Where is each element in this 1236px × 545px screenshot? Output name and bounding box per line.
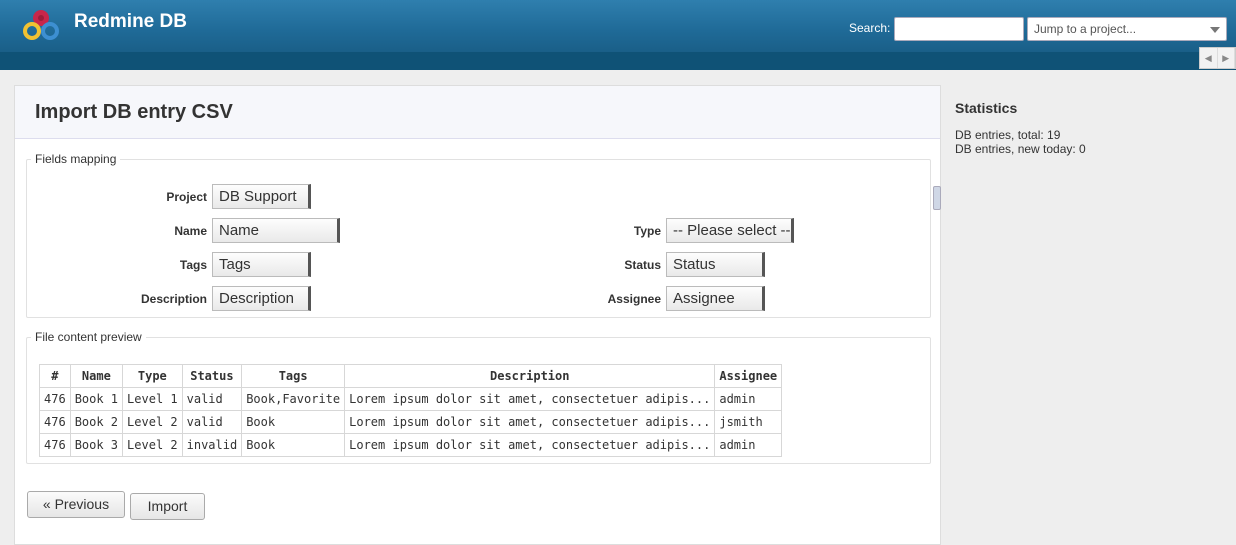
- table-row: 476 Book 3 Level 2 invalid Book Lorem ip…: [39, 433, 783, 457]
- chevron-down-icon: [1210, 27, 1220, 33]
- table-cell: Book: [241, 433, 346, 457]
- page-title: Import DB entry CSV: [35, 101, 233, 123]
- status-label: Status: [624, 258, 661, 272]
- app-title[interactable]: Redmine DB: [74, 11, 187, 33]
- name-label: Name: [174, 224, 207, 238]
- column-header: Type: [122, 364, 183, 388]
- table-cell: Level 2: [122, 410, 183, 434]
- column-header: Assignee: [714, 364, 783, 388]
- search-input[interactable]: [894, 17, 1024, 41]
- table-row: 476 Book 1 Level 1 valid Book,Favorite L…: [39, 387, 783, 411]
- main-menu-bar: [0, 52, 1236, 70]
- table-cell: Book 1: [69, 387, 124, 411]
- redmine-logo-icon[interactable]: [20, 6, 62, 42]
- sidebar-title: Statistics: [955, 100, 1018, 116]
- table-cell: admin: [714, 433, 783, 457]
- preview-table: # Name Type Status Tags Description Assi…: [39, 364, 783, 457]
- table-cell: valid: [181, 387, 243, 411]
- column-header: Status: [181, 364, 243, 388]
- table-cell: 476: [39, 387, 71, 411]
- previous-button[interactable]: « Previous: [27, 491, 125, 518]
- scroll-left-icon[interactable]: ◀: [1200, 48, 1218, 68]
- stat-total: DB entries, total: 19: [955, 128, 1061, 142]
- tab-scroll-buttons: ◀ ▶: [1199, 47, 1236, 69]
- column-header: #: [39, 364, 71, 388]
- table-cell: invalid: [181, 433, 243, 457]
- table-cell: valid: [181, 410, 243, 434]
- tags-select[interactable]: Tags: [212, 252, 311, 277]
- file-preview-fieldset: File content preview # Name Type Status …: [26, 330, 931, 464]
- column-header: Name: [69, 364, 124, 388]
- top-header: Redmine DB Search: Jump to a project...: [0, 0, 1236, 52]
- table-cell: Book 2: [69, 410, 124, 434]
- assignee-label: Assignee: [607, 292, 661, 306]
- table-cell: Level 2: [122, 433, 183, 457]
- name-select[interactable]: Name: [212, 218, 340, 243]
- type-label: Type: [633, 224, 661, 238]
- project-jump-label: Jump to a project...: [1034, 22, 1137, 36]
- column-header: Description: [344, 364, 716, 388]
- table-cell: Lorem ipsum dolor sit amet, consectetuer…: [344, 433, 716, 457]
- search-label: Search:: [849, 21, 891, 35]
- table-cell: jsmith: [714, 410, 783, 434]
- table-cell: 476: [39, 410, 71, 434]
- scroll-right-icon[interactable]: ▶: [1218, 48, 1235, 68]
- description-select[interactable]: Description: [212, 286, 311, 311]
- table-row: 476 Book 2 Level 2 valid Book Lorem ipsu…: [39, 410, 783, 434]
- sidebar: Statistics DB entries, total: 19 DB entr…: [955, 100, 1225, 156]
- sidebar-toggle-icon[interactable]: [933, 186, 941, 210]
- table-cell: Level 1: [122, 387, 183, 411]
- stat-new-today: DB entries, new today: 0: [955, 142, 1086, 156]
- table-cell: admin: [714, 387, 783, 411]
- tags-label: Tags: [179, 258, 207, 272]
- status-select[interactable]: Status: [666, 252, 765, 277]
- table-cell: Book 3: [69, 433, 124, 457]
- fields-mapping-legend: Fields mapping: [35, 152, 117, 166]
- table-header-row: # Name Type Status Tags Description Assi…: [39, 364, 783, 388]
- content-header: Import DB entry CSV: [15, 86, 940, 139]
- project-label: Project: [166, 190, 207, 204]
- main-content: Import DB entry CSV Fields mapping Proje…: [14, 85, 941, 545]
- table-cell: 476: [39, 433, 71, 457]
- file-preview-legend: File content preview: [35, 330, 142, 344]
- project-jump-select[interactable]: Jump to a project...: [1027, 17, 1227, 41]
- column-header: Tags: [241, 364, 346, 388]
- table-cell: Book,Favorite: [241, 387, 346, 411]
- assignee-select[interactable]: Assignee: [666, 286, 765, 311]
- table-cell: Book: [241, 410, 346, 434]
- project-select[interactable]: DB Support: [212, 184, 311, 209]
- import-button[interactable]: Import: [130, 493, 205, 520]
- table-cell: Lorem ipsum dolor sit amet, consectetuer…: [344, 387, 716, 411]
- type-select[interactable]: -- Please select --: [666, 218, 794, 243]
- description-label: Description: [140, 292, 207, 306]
- fields-mapping-fieldset: Fields mapping Project DB Support Name N…: [26, 152, 931, 318]
- table-cell: Lorem ipsum dolor sit amet, consectetuer…: [344, 410, 716, 434]
